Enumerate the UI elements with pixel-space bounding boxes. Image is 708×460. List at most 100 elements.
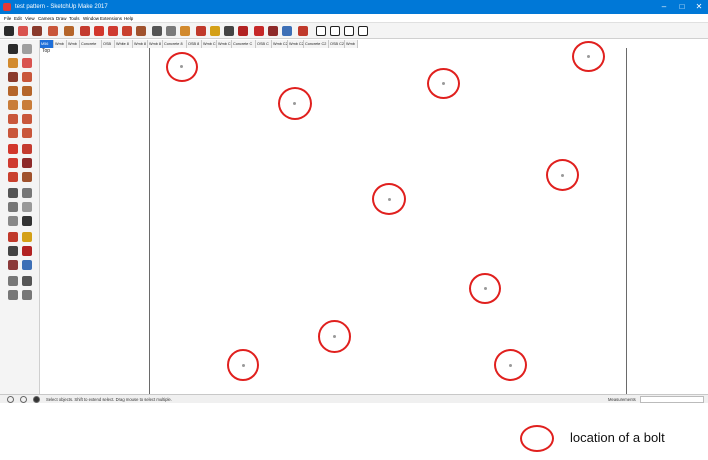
- tag-tab[interactable]: Wmb C2: [272, 40, 288, 48]
- previous-view-icon[interactable]: [22, 260, 32, 270]
- menu-extensions[interactable]: Extensions: [100, 15, 122, 22]
- tag-tab[interactable]: Concrete C2: [304, 40, 329, 48]
- line-pencil-icon[interactable]: [32, 26, 42, 36]
- bolt-point: [484, 287, 487, 290]
- maximize-button[interactable]: □: [673, 0, 691, 14]
- warehouse-icon[interactable]: [254, 26, 264, 36]
- component-icon[interactable]: [22, 44, 32, 54]
- tag-tab[interactable]: Concrete C: [232, 40, 256, 48]
- paint-bucket-icon[interactable]: [180, 26, 190, 36]
- circle-icon[interactable]: [8, 100, 18, 110]
- close-button[interactable]: ✕: [690, 0, 708, 14]
- menu-window[interactable]: Window: [83, 15, 99, 22]
- tag-tab[interactable]: OSB 8: [187, 40, 202, 48]
- zoom-icon[interactable]: [224, 26, 234, 36]
- polygon-icon[interactable]: [22, 100, 32, 110]
- orbit-icon[interactable]: [8, 232, 18, 242]
- eraser-icon[interactable]: [18, 26, 28, 36]
- bolt-point: [180, 65, 183, 68]
- shape-icon[interactable]: [64, 26, 74, 36]
- dimension-icon[interactable]: [22, 188, 32, 198]
- scale-icon[interactable]: [122, 26, 132, 36]
- zoom-extents-icon[interactable]: [238, 26, 248, 36]
- paint-icon[interactable]: [8, 58, 18, 68]
- zoom-window-icon[interactable]: [22, 246, 32, 256]
- walk-icon[interactable]: [8, 290, 18, 300]
- rotate-icon[interactable]: [8, 158, 18, 168]
- push-pull-icon[interactable]: [80, 26, 90, 36]
- tag-tab[interactable]: Wmb 8: [148, 40, 163, 48]
- tag-tab[interactable]: Concrete 8: [163, 40, 187, 48]
- menu-help[interactable]: Help: [124, 15, 133, 22]
- move-icon[interactable]: [8, 144, 18, 154]
- view-iso-icon[interactable]: [316, 26, 326, 36]
- sketchup-logo-icon: [3, 3, 11, 11]
- view-right-icon[interactable]: [358, 26, 368, 36]
- tag-tab[interactable]: Wmb C2: [288, 40, 304, 48]
- axes-icon[interactable]: [8, 216, 18, 226]
- offset-icon[interactable]: [136, 26, 146, 36]
- menu-tools[interactable]: Tools: [69, 15, 80, 22]
- 3d-text-icon[interactable]: [22, 216, 32, 226]
- extension-icon[interactable]: [268, 26, 278, 36]
- two-point-arc-icon[interactable]: [22, 114, 32, 124]
- drawing-viewport[interactable]: [40, 48, 708, 394]
- position-camera-icon[interactable]: [8, 276, 18, 286]
- menu-camera[interactable]: Camera: [38, 15, 54, 22]
- text-icon[interactable]: [22, 202, 32, 212]
- zoom-extents-icon[interactable]: [8, 260, 18, 270]
- menu-draw[interactable]: Draw: [56, 15, 67, 22]
- view-top-icon[interactable]: [330, 26, 340, 36]
- menu-view[interactable]: View: [25, 15, 35, 22]
- select-arrow-icon[interactable]: [4, 26, 14, 36]
- tag-tab[interactable]: Wmb: [345, 40, 358, 48]
- line-icon[interactable]: [8, 72, 18, 82]
- follow-me-icon[interactable]: [22, 158, 32, 168]
- geo-location-icon[interactable]: [7, 396, 14, 403]
- text-icon[interactable]: [166, 26, 176, 36]
- move-icon[interactable]: [94, 26, 104, 36]
- tag-tab[interactable]: White 8: [115, 40, 133, 48]
- offset-icon[interactable]: [22, 172, 32, 182]
- view-front-icon[interactable]: [344, 26, 354, 36]
- tag-tab[interactable]: Wmb C: [202, 40, 217, 48]
- tape-measure-icon[interactable]: [152, 26, 162, 36]
- tag-tab[interactable]: M56: [40, 40, 54, 48]
- push-pull-icon[interactable]: [22, 144, 32, 154]
- rotate-icon[interactable]: [108, 26, 118, 36]
- section-plane-icon[interactable]: [22, 290, 32, 300]
- tape-measure-icon[interactable]: [8, 188, 18, 198]
- tag-tab[interactable]: OSB: [102, 40, 115, 48]
- tag-tab[interactable]: Concrete: [80, 40, 102, 48]
- tag-tab[interactable]: Wmb: [67, 40, 80, 48]
- look-around-icon[interactable]: [22, 276, 32, 286]
- menu-edit[interactable]: Edit: [14, 15, 22, 22]
- orbit-icon[interactable]: [196, 26, 206, 36]
- user-icon[interactable]: [33, 396, 40, 403]
- arc-icon[interactable]: [8, 114, 18, 124]
- pie-icon[interactable]: [22, 128, 32, 138]
- menu-file[interactable]: File: [4, 15, 11, 22]
- credits-icon[interactable]: [20, 396, 27, 403]
- pan-icon[interactable]: [210, 26, 220, 36]
- ruby-icon[interactable]: [282, 26, 292, 36]
- rectangle-icon[interactable]: [8, 86, 18, 96]
- minimize-button[interactable]: –: [655, 0, 673, 14]
- protractor-icon[interactable]: [8, 202, 18, 212]
- select-icon[interactable]: [8, 44, 18, 54]
- three-point-arc-icon[interactable]: [8, 128, 18, 138]
- rotated-rect-icon[interactable]: [22, 86, 32, 96]
- measurements-input[interactable]: [640, 396, 704, 403]
- scale-icon[interactable]: [8, 172, 18, 182]
- layout-icon[interactable]: [298, 26, 308, 36]
- eraser-icon[interactable]: [22, 58, 32, 68]
- arc-icon[interactable]: [48, 26, 58, 36]
- tag-tab[interactable]: Wmb: [54, 40, 67, 48]
- pan-icon[interactable]: [22, 232, 32, 242]
- freehand-icon[interactable]: [22, 72, 32, 82]
- tag-tab[interactable]: OSB C: [256, 40, 272, 48]
- tag-tab[interactable]: OSB C2: [329, 40, 345, 48]
- tag-tab[interactable]: Wmb C: [217, 40, 232, 48]
- tag-tab[interactable]: Wmb 8: [133, 40, 148, 48]
- zoom-icon[interactable]: [8, 246, 18, 256]
